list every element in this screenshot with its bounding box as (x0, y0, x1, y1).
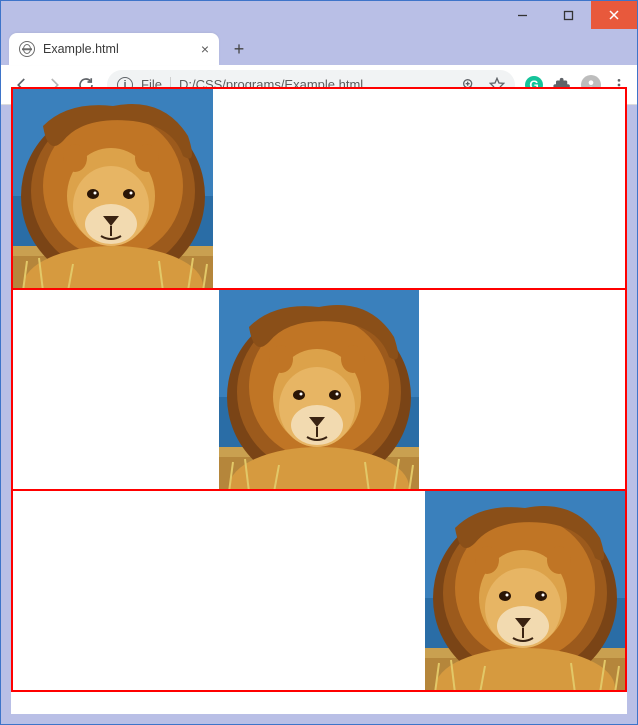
close-icon (608, 9, 620, 21)
window-titlebar (1, 1, 637, 29)
browser-tab[interactable]: Example.html × (9, 33, 219, 65)
window-maximize-button[interactable] (545, 1, 591, 29)
new-tab-button[interactable]: + (225, 35, 253, 63)
demo-box-left (11, 87, 627, 290)
demo-box-center (11, 288, 627, 491)
lion-image (219, 290, 419, 489)
browser-window: Example.html × + i File D:/CSS/programs/… (0, 0, 638, 725)
lion-image (13, 89, 213, 288)
window-minimize-button[interactable] (499, 1, 545, 29)
tab-close-button[interactable]: × (201, 41, 209, 57)
lion-image (425, 491, 625, 690)
tab-title: Example.html (43, 42, 193, 56)
maximize-icon (563, 10, 574, 21)
page-viewport (11, 87, 627, 714)
tabstrip: Example.html × + (1, 29, 637, 65)
minimize-icon (517, 10, 528, 21)
demo-box-right (11, 489, 627, 692)
globe-icon (19, 41, 35, 57)
window-close-button[interactable] (591, 1, 637, 29)
